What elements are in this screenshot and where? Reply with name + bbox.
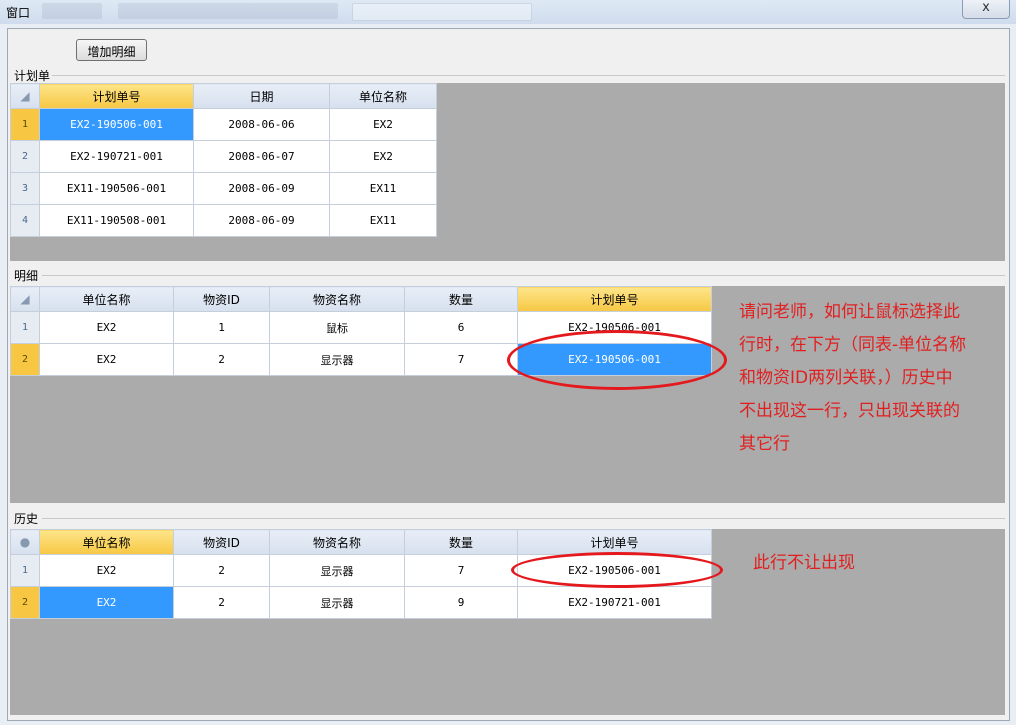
- grid-cell[interactable]: EX2: [329, 140, 437, 173]
- select-all-corner-icon[interactable]: ◢: [10, 286, 40, 312]
- window-title: 窗口: [6, 6, 31, 20]
- annotation-line: 其它行: [739, 434, 790, 454]
- add-detail-button[interactable]: 增加明细: [76, 39, 147, 61]
- close-icon[interactable]: x: [982, 0, 990, 15]
- grid-cell[interactable]: 鼠标: [269, 311, 405, 344]
- lock-icon[interactable]: ●: [10, 529, 40, 555]
- history-row-annotation: 此行不让出现: [753, 553, 855, 573]
- row-header[interactable]: 1: [10, 108, 40, 141]
- history-section-label: 历史: [14, 512, 39, 526]
- grid-cell[interactable]: EX2: [329, 108, 437, 141]
- annotation-line: 行时，在下方（同表-单位名称: [739, 335, 967, 355]
- column-header-unit-name[interactable]: 单位名称: [39, 286, 174, 312]
- highlight-ellipse-history: [511, 552, 723, 588]
- annotation-line: 请问老师，如何让鼠标选择此: [739, 302, 960, 322]
- column-header-quantity[interactable]: 数量: [404, 286, 518, 312]
- column-header-material-name[interactable]: 物资名称: [269, 529, 405, 555]
- table-row[interactable]: 3 EX11-190506-001 2008-06-09 EX11: [10, 172, 437, 205]
- plan-grid[interactable]: ◢ 计划单号 日期 单位名称 1 EX2-190506-001 2008-06-…: [10, 83, 437, 237]
- grid-cell[interactable]: 2008-06-09: [193, 204, 330, 237]
- grid-cell[interactable]: 2: [173, 554, 270, 587]
- row-header[interactable]: 1: [10, 311, 40, 344]
- grid-cell[interactable]: EX2-190721-001: [39, 140, 194, 173]
- table-row[interactable]: 2 EX2 2 显示器 9 EX2-190721-001: [10, 586, 712, 619]
- plan-header-row: ◢ 计划单号 日期 单位名称: [10, 83, 437, 109]
- row-header[interactable]: 2: [10, 586, 40, 619]
- plan-section-divider: [52, 75, 1005, 76]
- history-section-divider: [42, 518, 1005, 519]
- plan-section-label: 计划单: [14, 69, 51, 83]
- ghost-toolbar-icons: [118, 3, 338, 19]
- column-header-material-id[interactable]: 物资ID: [173, 529, 270, 555]
- grid-cell-selected[interactable]: EX2-190506-001: [39, 108, 194, 141]
- highlight-ellipse-detail: [507, 330, 727, 390]
- question-annotation: 请问老师，如何让鼠标选择此 行时，在下方（同表-单位名称 和物资ID两列关联，）…: [739, 296, 966, 461]
- annotation-line: 不出现这一行，只出现关联的: [739, 401, 960, 421]
- table-row[interactable]: 1 EX2-190506-001 2008-06-06 EX2: [10, 108, 437, 141]
- grid-cell[interactable]: EX2: [39, 554, 174, 587]
- grid-cell-selected[interactable]: EX2: [39, 586, 174, 619]
- column-header-plan-no[interactable]: 计划单号: [39, 83, 194, 109]
- row-header[interactable]: 1: [10, 554, 40, 587]
- grid-cell[interactable]: 2: [173, 343, 270, 376]
- window-titlebar: 窗口 x: [0, 0, 1016, 24]
- column-header-material-name[interactable]: 物资名称: [269, 286, 405, 312]
- grid-cell[interactable]: 7: [404, 554, 518, 587]
- select-all-corner-icon[interactable]: ◢: [10, 83, 40, 109]
- column-header-material-id[interactable]: 物资ID: [173, 286, 270, 312]
- grid-cell[interactable]: 显示器: [269, 554, 405, 587]
- column-header-date[interactable]: 日期: [193, 83, 330, 109]
- grid-cell[interactable]: EX2-190721-001: [517, 586, 712, 619]
- column-header-unit-name[interactable]: 单位名称: [39, 529, 174, 555]
- table-row[interactable]: 2 EX2-190721-001 2008-06-07 EX2: [10, 140, 437, 173]
- column-header-unit-name[interactable]: 单位名称: [329, 83, 437, 109]
- grid-cell[interactable]: 2008-06-06: [193, 108, 330, 141]
- grid-cell[interactable]: EX11-190506-001: [39, 172, 194, 205]
- detail-header-row: ◢ 单位名称 物资ID 物资名称 数量 计划单号: [10, 286, 712, 312]
- grid-cell[interactable]: EX11-190508-001: [39, 204, 194, 237]
- grid-cell[interactable]: 6: [404, 311, 518, 344]
- row-header[interactable]: 2: [10, 140, 40, 173]
- table-row[interactable]: 4 EX11-190508-001 2008-06-09 EX11: [10, 204, 437, 237]
- row-header[interactable]: 4: [10, 204, 40, 237]
- detail-section-label: 明细: [14, 269, 39, 283]
- column-header-plan-no[interactable]: 计划单号: [517, 286, 712, 312]
- grid-cell[interactable]: EX11: [329, 204, 437, 237]
- grid-cell[interactable]: 2: [173, 586, 270, 619]
- history-header-row: ● 单位名称 物资ID 物资名称 数量 计划单号: [10, 529, 712, 555]
- grid-cell[interactable]: 1: [173, 311, 270, 344]
- close-button[interactable]: x: [962, 0, 1010, 19]
- grid-cell[interactable]: 2008-06-07: [193, 140, 330, 173]
- grid-cell[interactable]: EX2: [39, 343, 174, 376]
- row-header[interactable]: 3: [10, 172, 40, 205]
- detail-section-divider: [42, 275, 1005, 276]
- grid-cell[interactable]: 7: [404, 343, 518, 376]
- grid-cell[interactable]: 9: [404, 586, 518, 619]
- grid-cell[interactable]: EX11: [329, 172, 437, 205]
- ghost-combobox: [352, 3, 532, 21]
- annotation-line: 和物资ID两列关联，）历史中: [739, 368, 953, 388]
- row-header[interactable]: 2: [10, 343, 40, 376]
- column-header-quantity[interactable]: 数量: [404, 529, 518, 555]
- column-header-plan-no[interactable]: 计划单号: [517, 529, 712, 555]
- grid-cell[interactable]: 显示器: [269, 586, 405, 619]
- ghost-toolbar-icons: [42, 3, 102, 19]
- grid-cell[interactable]: EX2: [39, 311, 174, 344]
- grid-cell[interactable]: 显示器: [269, 343, 405, 376]
- grid-cell[interactable]: 2008-06-09: [193, 172, 330, 205]
